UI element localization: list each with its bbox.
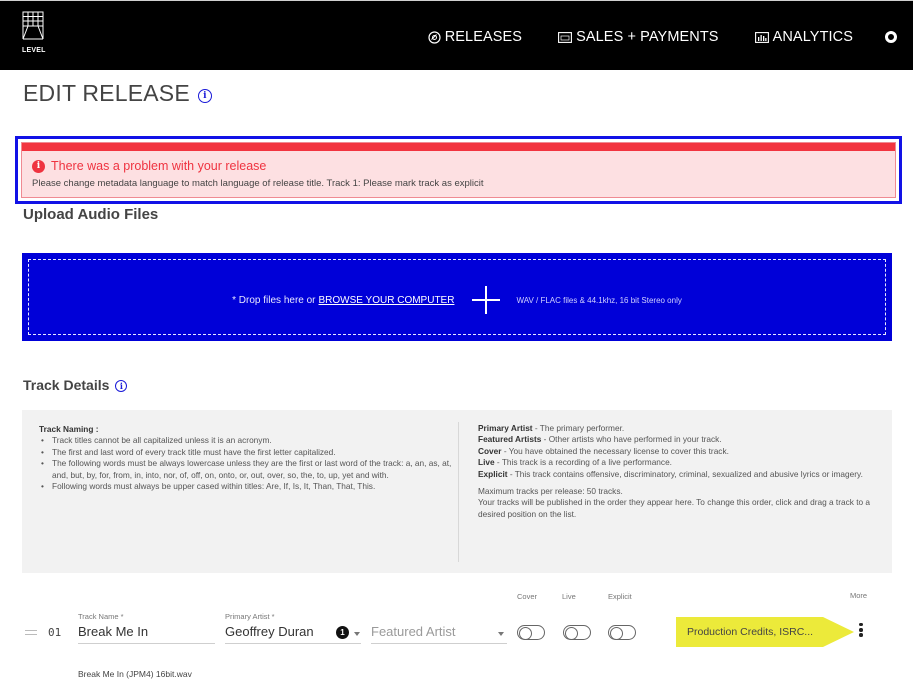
definition-desc: - You have obtained the necessary licens… [501, 445, 729, 456]
track-file-name: Break Me In (JPM4) 16bit.wav [78, 669, 192, 679]
track-naming-heading: Track Naming : [39, 424, 99, 434]
panel-divider [458, 422, 459, 562]
track-naming-list: Track titles cannot be all capitalized u… [39, 435, 459, 492]
credits-button-label: Production Credits, ISRC... [687, 626, 814, 638]
chevron-down-icon[interactable] [498, 632, 504, 636]
money-icon [558, 31, 573, 43]
error-message: Please change metadata language to match… [32, 178, 484, 189]
track-naming-rules: Track Naming : Track titles cannot be al… [39, 424, 459, 493]
nav-sales-payments[interactable]: SALES + PAYMENTS [558, 29, 719, 45]
error-stripe [22, 143, 895, 151]
logo-grid-icon [22, 11, 44, 40]
primary-artist-select[interactable]: Geoffrey Duran 1 [225, 620, 361, 644]
error-alert: i There was a problem with your release … [21, 142, 896, 198]
definition-cover: Cover - You have obtained the necessary … [478, 446, 878, 457]
explicit-toggle[interactable] [608, 625, 636, 640]
disc-icon [428, 30, 441, 44]
track-guidelines-panel: Track Naming : Track titles cannot be al… [22, 410, 892, 573]
alert-icon: i [32, 159, 45, 173]
drop-text: * Drop files here or [232, 294, 316, 306]
definition-term: Primary Artist [478, 423, 533, 433]
bar-chart-icon [754, 31, 769, 43]
cover-toggle[interactable] [517, 625, 545, 640]
definition-term: Explicit [478, 468, 508, 479]
definition-featured-artists: Featured Artists - Other artists who hav… [478, 434, 878, 445]
track-number: 01 [48, 626, 62, 639]
naming-rule: The first and last word of every track t… [39, 447, 459, 459]
naming-rule: The following words must be always lower… [39, 458, 459, 481]
featured-artist-placeholder: Featured Artist [371, 624, 456, 639]
page-title-text: EDIT RELEASE [23, 80, 190, 106]
production-credits-button[interactable]: Production Credits, ISRC... [676, 617, 854, 647]
definition-term: Featured Artists [478, 434, 542, 445]
definition-desc: - This track contains offensive, discrim… [507, 468, 863, 479]
format-note: WAV / FLAC files & 44.1khz, 16 bit Stere… [516, 295, 682, 305]
error-alert-focus: i There was a problem with your release … [15, 136, 902, 204]
track-name-input[interactable]: Break Me In [78, 620, 215, 644]
artist-count-badge: 1 [336, 626, 349, 639]
field-definitions: Primary Artist - The primary performer. … [478, 423, 878, 520]
dropzone-content: * Drop files here or BROWSE YOUR COMPUTE… [22, 286, 892, 314]
error-title: i There was a problem with your release [32, 159, 266, 173]
order-note: Your tracks will be published in the ord… [478, 497, 871, 519]
level-logo[interactable]: LEVEL [22, 11, 52, 61]
upload-section-title-text: Upload Audio Files [23, 206, 159, 223]
drag-handle-icon[interactable] [25, 630, 37, 635]
browse-computer-link[interactable]: BROWSE YOUR COMPUTER [319, 295, 455, 306]
track-row: Cover Live Explicit More 01 Track Name *… [0, 585, 913, 692]
track-name-value: Break Me In [78, 624, 149, 639]
info-icon[interactable]: i [115, 380, 128, 392]
definition-explicit: Explicit - This track contains offensive… [478, 469, 878, 480]
definition-desc: - The primary performer. [532, 423, 625, 433]
definition-live: Live - This track is a recording of a li… [478, 457, 878, 468]
max-tracks-note: Maximum tracks per release: 50 tracks. [478, 486, 623, 497]
nav-releases-label: RELEASES [444, 29, 523, 45]
more-options-icon[interactable] [857, 621, 865, 643]
nav-analytics[interactable]: ANALYTICS [754, 29, 853, 45]
naming-rule: Track titles cannot be all capitalized u… [39, 435, 459, 447]
explicit-column-label: Explicit [608, 592, 632, 601]
nav-releases[interactable]: RELEASES [428, 29, 522, 45]
main-nav: RELEASES SALES + PAYMENTS ANALYTICS [428, 27, 913, 47]
definition-term: Cover [478, 445, 502, 456]
naming-rule: Following words must always be upper cas… [39, 481, 459, 493]
file-dropzone[interactable]: * Drop files here or BROWSE YOUR COMPUTE… [22, 253, 892, 341]
plus-icon[interactable] [472, 286, 501, 314]
primary-artist-value: Geoffrey Duran [225, 624, 314, 639]
logo-text: LEVEL [22, 47, 46, 54]
track-details-title: Track Details i [23, 377, 128, 393]
page-title: EDIT RELEASE i [23, 80, 212, 107]
info-icon[interactable]: i [197, 89, 212, 103]
featured-artist-select[interactable]: Featured Artist [371, 620, 507, 644]
live-toggle[interactable] [563, 625, 591, 640]
nav-analytics-label: ANALYTICS [772, 29, 853, 45]
user-circle-icon[interactable] [885, 31, 897, 43]
more-column-label: More [850, 591, 868, 600]
cover-column-label: Cover [517, 592, 538, 601]
live-column-label: Live [562, 592, 576, 601]
definition-desc: - This track is a recording of a live pe… [494, 457, 672, 468]
definition-term: Live [478, 457, 495, 468]
upload-section-title: Upload Audio Files [23, 206, 158, 223]
definition-desc: - Other artists who have performed in yo… [541, 434, 722, 445]
track-details-title-text: Track Details [23, 377, 110, 393]
error-title-text: There was a problem with your release [51, 159, 267, 173]
definition-primary-artist: Primary Artist - The primary performer. [478, 423, 878, 434]
chevron-down-icon[interactable] [354, 632, 360, 636]
top-navigation-bar: LEVEL RELEASES SALES + PAYMENTS ANALYTIC… [0, 0, 913, 70]
nav-sales-label: SALES + PAYMENTS [576, 29, 719, 45]
